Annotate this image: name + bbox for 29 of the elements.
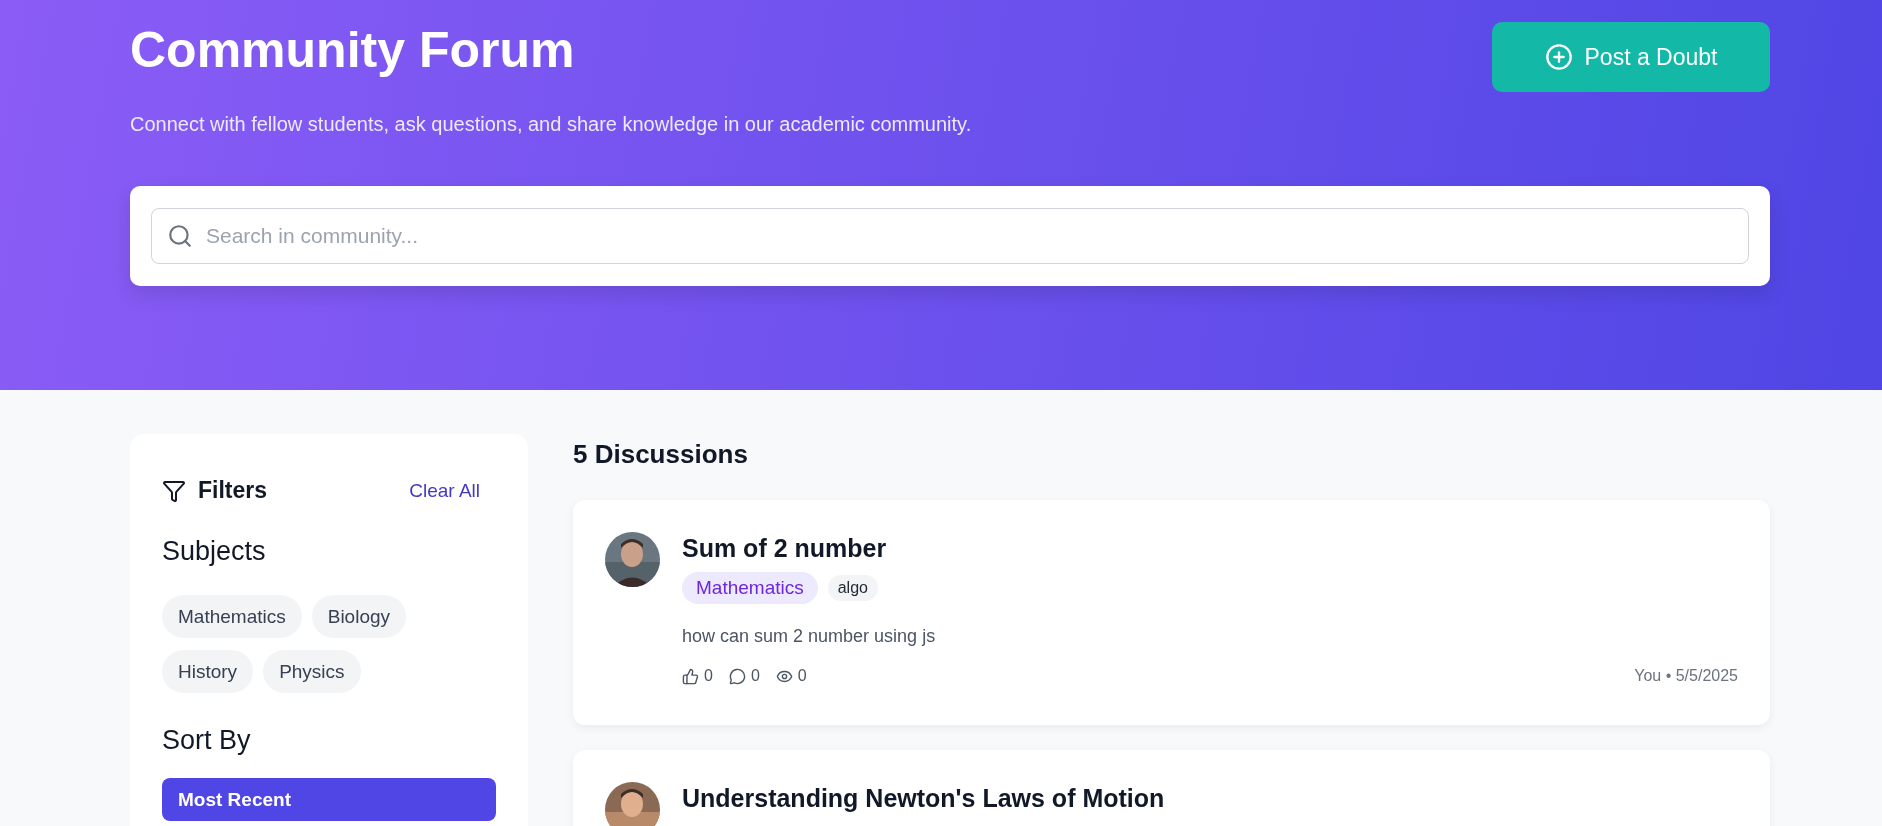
subject-chip[interactable]: Mathematics	[162, 595, 302, 638]
search-icon	[167, 223, 193, 249]
discussion-excerpt: how can sum 2 number using js	[682, 626, 937, 647]
discussion-title[interactable]: Understanding Newton's Laws of Motion	[682, 782, 1738, 814]
comment-count: 0	[750, 667, 760, 685]
discussion-title[interactable]: Sum of 2 number	[682, 532, 1738, 564]
filter-icon	[162, 478, 186, 503]
topic-tag: algo	[827, 575, 878, 601]
clear-all-link[interactable]: Clear All	[409, 479, 480, 502]
plus-circle-icon	[1544, 43, 1573, 71]
subject-chip[interactable]: Physics	[263, 650, 361, 693]
discussion-count: 5 Discussions	[573, 438, 749, 471]
page-title: Community Forum	[130, 21, 576, 80]
discussion-card[interactable]: Understanding Newton's Laws of Motion	[573, 750, 1770, 826]
discussion-card[interactable]: Sum of 2 number Mathematics algo how can sum 2 number using js 0 0 0 You • 5/5/2025	[573, 500, 1770, 725]
subject-chip[interactable]: History	[162, 650, 254, 693]
filters-title: Filters	[198, 477, 268, 504]
sort-option[interactable]: Most Recent	[162, 778, 496, 821]
author-date: You • 5/5/2025	[1634, 667, 1738, 685]
subject-tag: Mathematics	[682, 572, 818, 604]
like-count: 0	[704, 667, 713, 685]
search-field[interactable]: Search in community...	[151, 208, 1749, 264]
comment-icon[interactable]	[728, 667, 746, 685]
page-subtitle: Connect with fellow students, ask questions, and share knowledge in our academic community.	[130, 112, 973, 137]
thumbs-up-icon[interactable]	[682, 667, 699, 685]
subjects-heading: Subjects	[162, 536, 267, 567]
view-count: 0	[797, 667, 807, 685]
subject-chip[interactable]: Biology	[311, 595, 407, 638]
sort-heading: Sort By	[162, 725, 252, 756]
